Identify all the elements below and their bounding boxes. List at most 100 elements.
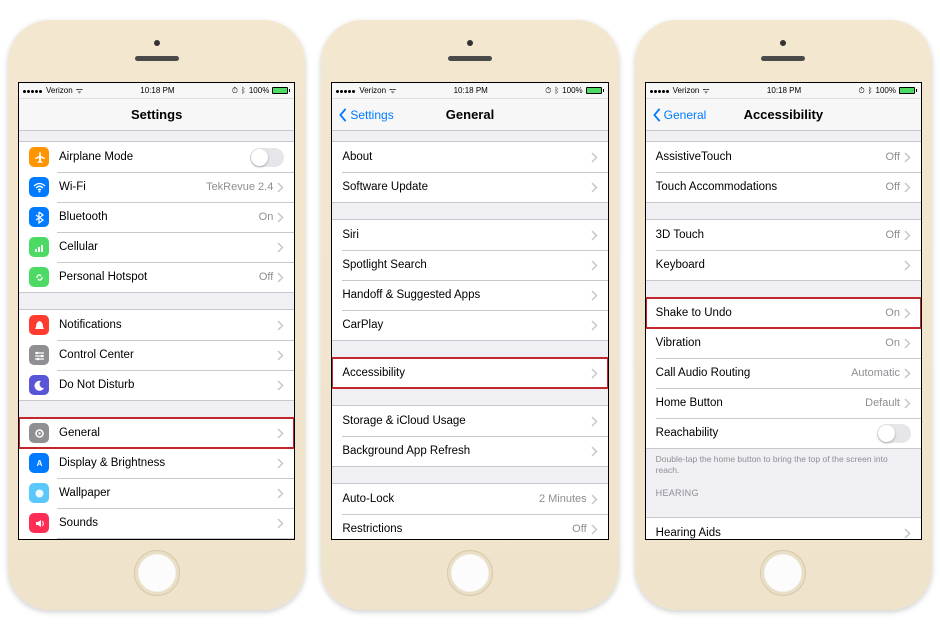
settings-row[interactable]: CarPlay (332, 310, 607, 340)
link-icon (29, 267, 49, 287)
moon-icon (29, 375, 49, 395)
svg-text:A: A (36, 459, 42, 468)
chevron-right-icon (591, 524, 598, 535)
wifi-icon (29, 177, 49, 197)
battery-pct-label: 100% (249, 86, 269, 95)
chevron-right-icon (277, 458, 284, 469)
home-button[interactable] (760, 550, 806, 596)
screen: Verizon ᯤ 10:18 PM ⏱ ᛒ 100% GeneralAcces… (645, 82, 922, 540)
settings-row[interactable]: Background App Refresh (332, 436, 607, 466)
display-icon: A (29, 453, 49, 473)
settings-row[interactable]: Wallpaper (19, 478, 294, 508)
settings-row[interactable]: Touch AccommodationsOff (646, 172, 921, 202)
settings-row[interactable]: Handoff & Suggested Apps (332, 280, 607, 310)
chevron-right-icon (277, 320, 284, 331)
bluetooth-icon (29, 207, 49, 227)
settings-row[interactable]: Shake to UndoOn (646, 298, 921, 328)
row-value: Off (259, 271, 273, 283)
settings-group: AssistiveTouchOffTouch AccommodationsOff (646, 141, 921, 203)
chevron-right-icon (591, 320, 598, 331)
settings-row[interactable]: Spotlight Search (332, 250, 607, 280)
chevron-right-icon (591, 416, 598, 427)
row-label: General (59, 427, 277, 439)
settings-row[interactable]: Auto-Lock2 Minutes (332, 484, 607, 514)
settings-row[interactable]: Notifications (19, 310, 294, 340)
back-button[interactable]: General (652, 99, 707, 130)
alarm-icon: ⏱ (858, 86, 864, 96)
row-value: TekRevue 2.4 (206, 181, 273, 193)
row-label: Hearing Aids (656, 527, 904, 539)
settings-row[interactable]: Sounds (19, 508, 294, 538)
nav-title: Accessibility (744, 107, 824, 122)
row-value: 2 Minutes (539, 493, 587, 505)
settings-group: 3D TouchOffKeyboard (646, 219, 921, 281)
settings-row[interactable]: General (19, 418, 294, 448)
row-label: Software Update (342, 181, 590, 193)
settings-row[interactable]: 3D TouchOff (646, 220, 921, 250)
toggle-switch[interactable] (250, 148, 284, 167)
settings-row[interactable]: Reachability (646, 418, 921, 448)
row-label: CarPlay (342, 319, 590, 331)
battery-pct-label: 100% (562, 86, 582, 95)
settings-row[interactable]: Airplane Mode (19, 142, 294, 172)
home-button[interactable] (134, 550, 180, 596)
settings-row[interactable]: Home ButtonDefault (646, 388, 921, 418)
settings-group: Auto-Lock2 MinutesRestrictionsOff (332, 483, 607, 539)
chevron-right-icon (591, 230, 598, 241)
wifi-icon: ᯤ (702, 85, 709, 96)
settings-row[interactable]: Siri (332, 220, 607, 250)
settings-group: SiriSpotlight SearchHandoff & Suggested … (332, 219, 607, 341)
chevron-right-icon (277, 212, 284, 223)
toggle-switch[interactable] (877, 424, 911, 443)
chevron-right-icon (591, 446, 598, 457)
settings-row[interactable]: RestrictionsOff (332, 514, 607, 539)
settings-row[interactable]: Personal HotspotOff (19, 262, 294, 292)
clock-label: 10:18 PM (767, 86, 801, 95)
back-button[interactable]: Settings (338, 99, 393, 130)
cellular-icon (29, 237, 49, 257)
wallpaper-icon (29, 483, 49, 503)
settings-list: AssistiveTouchOffTouch AccommodationsOff… (646, 131, 921, 539)
speaker-icon (761, 56, 805, 61)
settings-row[interactable]: Control Center (19, 340, 294, 370)
settings-row[interactable]: Keyboard (646, 250, 921, 280)
settings-row[interactable]: Accessibility (332, 358, 607, 388)
row-label: Wallpaper (59, 487, 277, 499)
chevron-right-icon (277, 518, 284, 529)
carrier-label: Verizon (673, 86, 700, 95)
bell-icon (29, 315, 49, 335)
row-label: Control Center (59, 349, 277, 361)
settings-row[interactable]: Hearing Aids (646, 518, 921, 539)
row-value: On (885, 337, 900, 349)
chevron-right-icon (591, 290, 598, 301)
settings-row[interactable]: About (332, 142, 607, 172)
row-value: Off (572, 523, 586, 535)
row-label: Touch Accommodations (656, 181, 886, 193)
carrier-label: Verizon (359, 86, 386, 95)
settings-row[interactable]: Cellular (19, 232, 294, 262)
battery-icon (899, 87, 917, 94)
settings-row[interactable]: Software Update (332, 172, 607, 202)
row-label: Reachability (656, 427, 877, 439)
section-header: HEARING (646, 480, 921, 501)
settings-row[interactable]: ADisplay & Brightness (19, 448, 294, 478)
settings-list: About Software Update SiriSpotlight Search… (332, 131, 607, 539)
settings-row[interactable]: AssistiveTouchOff (646, 142, 921, 172)
bluetooth-icon: ᛒ (241, 86, 246, 95)
settings-row[interactable]: BluetoothOn (19, 202, 294, 232)
settings-row[interactable]: Do Not Disturb (19, 370, 294, 400)
settings-row[interactable]: Storage & iCloud Usage (332, 406, 607, 436)
row-label: Wi-Fi (59, 181, 206, 193)
settings-row[interactable]: VibrationOn (646, 328, 921, 358)
settings-row[interactable]: Call Audio RoutingAutomatic (646, 358, 921, 388)
settings-group: About Software Update (332, 141, 607, 203)
carrier-label: Verizon (46, 86, 73, 95)
iphone-device: Verizon ᯤ 10:18 PM ⏱ ᛒ 100% Settings Air… (8, 20, 305, 610)
home-button[interactable] (447, 550, 493, 596)
signal-dots-icon (23, 86, 43, 95)
row-label: Notifications (59, 319, 277, 331)
settings-row[interactable]: Wi-FiTekRevue 2.4 (19, 172, 294, 202)
settings-list: Airplane ModeWi-FiTekRevue 2.4BluetoothO… (19, 131, 294, 539)
chevron-right-icon (904, 182, 911, 193)
settings-row[interactable]: Touch ID & Passcode (19, 538, 294, 539)
